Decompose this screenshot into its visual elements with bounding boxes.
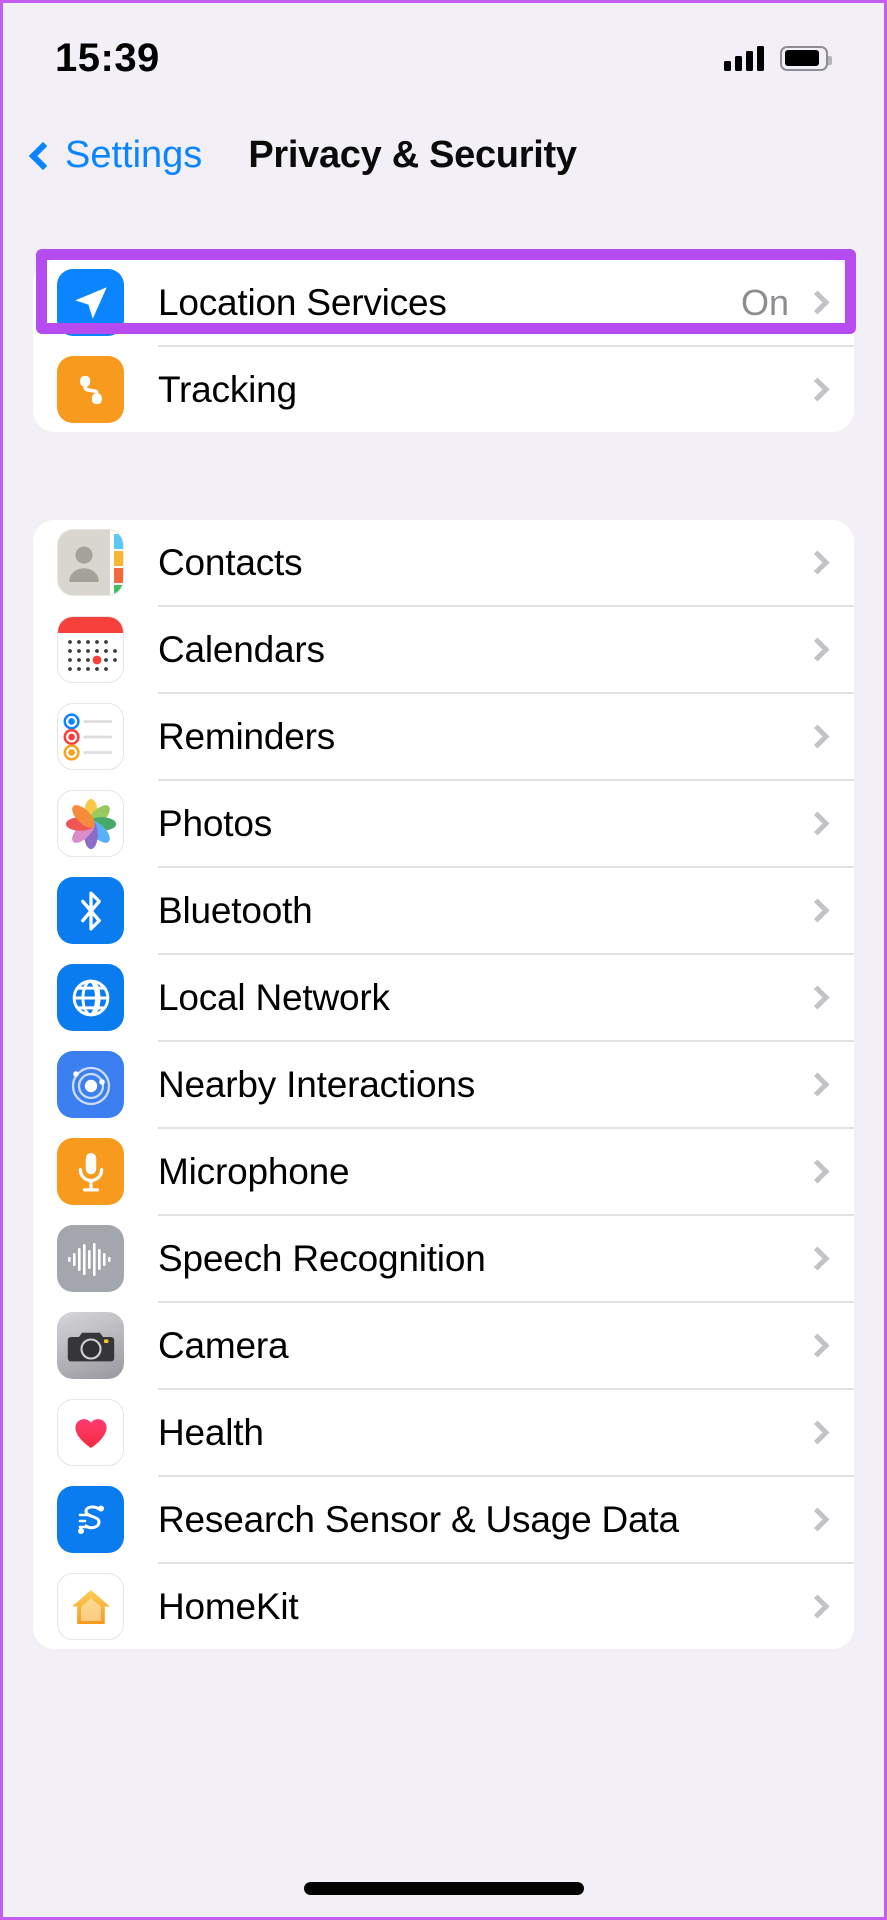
row-label: Tracking: [158, 368, 297, 410]
tracking-icon: [57, 356, 124, 423]
row-health[interactable]: Health: [33, 1390, 854, 1475]
chevron-right-icon: [805, 550, 830, 575]
row-bluetooth[interactable]: Bluetooth: [33, 868, 854, 953]
status-bar-indicators: [724, 45, 832, 71]
row-tracking[interactable]: Tracking: [33, 347, 854, 432]
chevron-right-icon: [805, 985, 830, 1010]
row-homekit[interactable]: HomeKit: [33, 1564, 854, 1649]
status-bar: 15:39: [3, 3, 884, 113]
nearby-interactions-icon: [57, 1051, 124, 1118]
row-contacts[interactable]: Contacts: [33, 520, 854, 605]
row-label: Calendars: [158, 628, 325, 670]
reminders-icon: [57, 703, 124, 770]
row-photos[interactable]: Photos: [33, 781, 854, 866]
chevron-right-icon: [805, 724, 830, 749]
microphone-icon: [57, 1138, 124, 1205]
page-title: Privacy & Security: [248, 134, 577, 176]
row-label: Photos: [158, 802, 272, 844]
row-label: Local Network: [158, 976, 390, 1018]
row-label: Camera: [158, 1324, 289, 1366]
research-sensor-icon: [57, 1486, 124, 1553]
globe-icon: [57, 964, 124, 1031]
status-bar-clock: 15:39: [55, 35, 160, 80]
camera-icon: [57, 1312, 124, 1379]
navigation-bar: Settings Privacy & Security: [3, 113, 884, 198]
home-indicator-bar: [303, 1882, 584, 1895]
row-calendars[interactable]: Calendars: [33, 607, 854, 692]
chevron-right-icon: [805, 1159, 830, 1184]
row-label: Microphone: [158, 1150, 350, 1192]
row-camera[interactable]: Camera: [33, 1303, 854, 1388]
location-arrow-icon: [57, 269, 124, 336]
row-research-sensor-usage-data[interactable]: Research Sensor & Usage Data: [33, 1477, 854, 1562]
bluetooth-icon: [57, 877, 124, 944]
row-location-services[interactable]: Location Services On: [33, 260, 854, 345]
chevron-right-icon: [805, 811, 830, 836]
row-label: Bluetooth: [158, 889, 313, 931]
chevron-right-icon: [805, 1420, 830, 1445]
chevron-right-icon: [805, 1507, 830, 1532]
row-reminders[interactable]: Reminders: [33, 694, 854, 779]
iphone-screen: 15:39 Settings Privacy & Security Locati…: [0, 0, 887, 1920]
chevron-right-icon: [805, 637, 830, 662]
chevron-right-icon: [805, 290, 830, 315]
row-label: Reminders: [158, 715, 336, 757]
row-label: Nearby Interactions: [158, 1063, 476, 1105]
waveform-icon: [57, 1225, 124, 1292]
back-button[interactable]: Settings: [28, 134, 203, 177]
row-label: Contacts: [158, 541, 303, 583]
calendar-icon: [57, 616, 124, 683]
location-services-status: On: [740, 281, 789, 323]
row-local-network[interactable]: Local Network: [33, 955, 854, 1040]
photos-icon: [57, 790, 124, 857]
contacts-icon: [57, 529, 124, 596]
location-tracking-group: Location Services On Tracking: [33, 260, 854, 432]
home-icon: [57, 1573, 124, 1640]
chevron-left-icon: [28, 141, 58, 170]
row-label: HomeKit: [158, 1585, 299, 1627]
chevron-right-icon: [805, 1333, 830, 1358]
row-speech-recognition[interactable]: Speech Recognition: [33, 1216, 854, 1301]
row-microphone[interactable]: Microphone: [33, 1129, 854, 1214]
chevron-right-icon: [805, 377, 830, 402]
battery-icon: [780, 45, 832, 71]
chevron-right-icon: [805, 1246, 830, 1271]
row-nearby-interactions[interactable]: Nearby Interactions: [33, 1042, 854, 1127]
chevron-right-icon: [805, 898, 830, 923]
row-label: Speech Recognition: [158, 1237, 486, 1279]
chevron-right-icon: [805, 1072, 830, 1097]
app-privacy-permissions-group: Contacts Calendars Reminders Photos Blue…: [33, 520, 854, 1649]
row-label: Research Sensor & Usage Data: [158, 1498, 679, 1540]
row-label: Location Services: [158, 281, 447, 323]
cellular-bars-icon: [724, 45, 764, 71]
row-label: Health: [158, 1411, 264, 1453]
chevron-right-icon: [805, 1594, 830, 1619]
heart-icon: [57, 1399, 124, 1466]
back-button-label: Settings: [65, 134, 203, 176]
